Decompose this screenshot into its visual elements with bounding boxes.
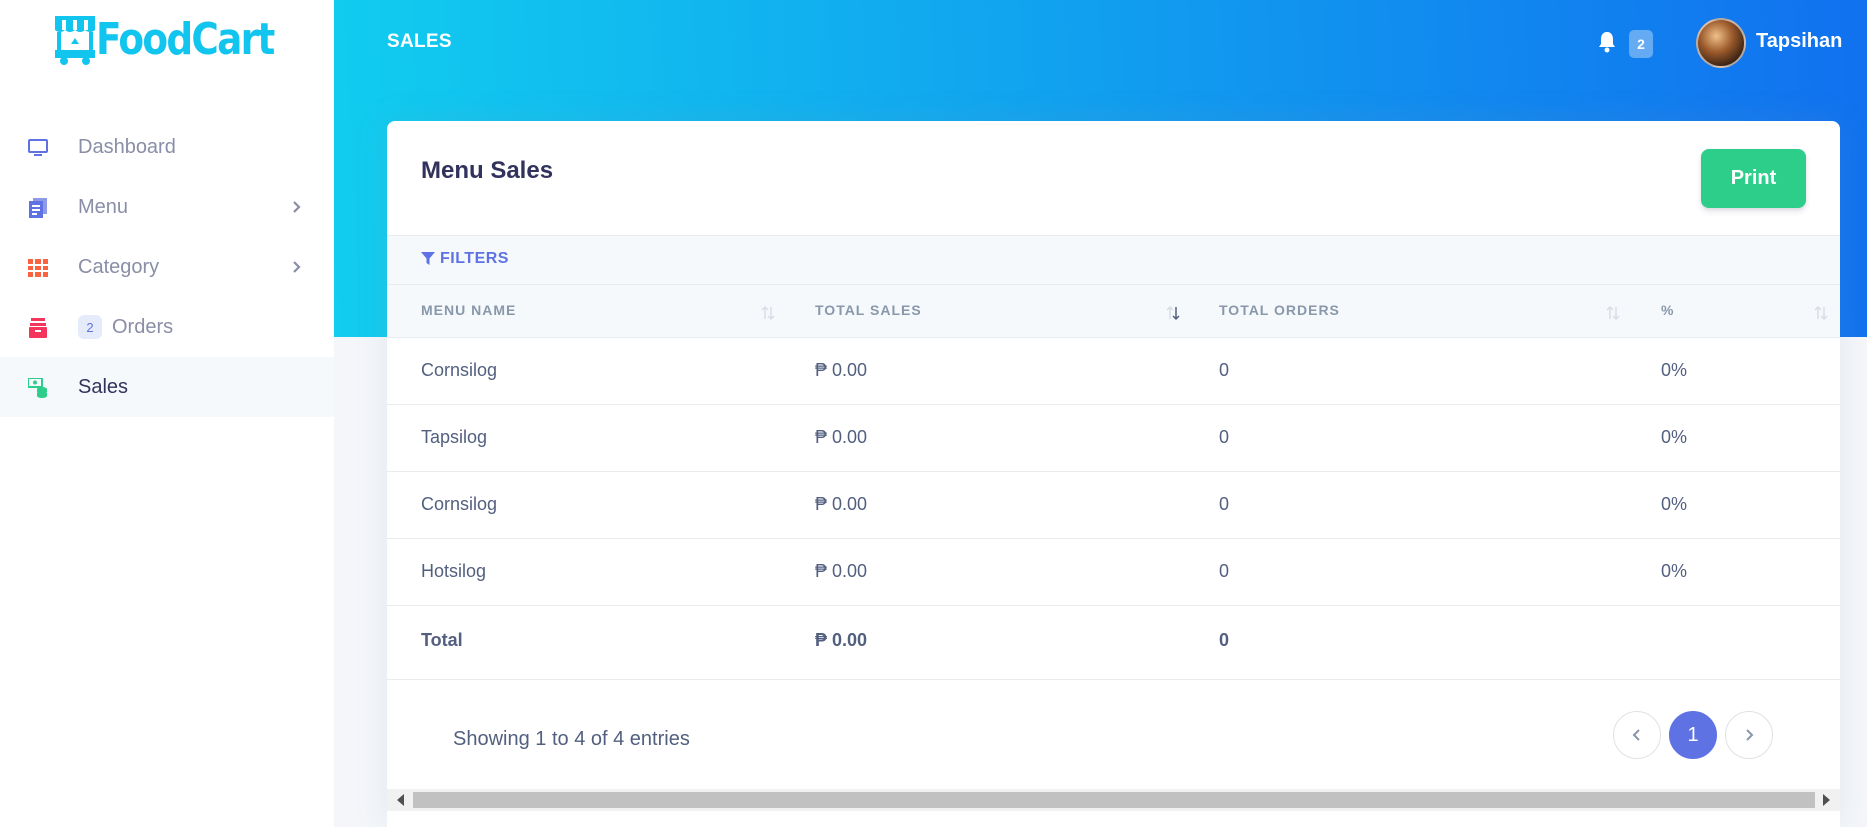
cell-total-orders: 0 [1219,630,1230,650]
cell-menu-name: Hotsilog [421,561,487,581]
chevron-right-icon [293,261,301,273]
avatar[interactable] [1696,18,1746,68]
page-title: SALES [387,31,452,52]
sidebar-item-label: Sales [78,375,129,398]
cell-percent: 0% [1661,561,1688,581]
sidebar-item-category[interactable]: Category [0,237,334,297]
foodcart-logo[interactable]: FoodCart [52,12,305,68]
user-name[interactable]: Tapsihan [1756,30,1842,53]
card-title: Menu Sales [421,157,554,184]
orders-count-badge: 2 [78,315,102,339]
table-row: Hotsilog ₱ 0.00 0 0% [387,539,1840,606]
sort-icon[interactable] [761,305,775,321]
print-button[interactable]: Print [1701,149,1806,208]
cell-percent: 0% [1661,494,1688,514]
sidebar-item-dashboard[interactable]: Dashboard [0,117,334,177]
cell-total-sales: ₱ 0.00 [815,561,868,581]
menu-sales-card: Menu Sales Print FILTERS MENU NAME TOTAL… [387,121,1840,827]
sort-icon[interactable] [1814,305,1828,321]
column-header-menu-name[interactable]: MENU NAME [421,302,516,318]
sidebar-item-menu[interactable]: Menu [0,177,334,237]
cell-total-orders: 0 [1219,427,1230,447]
column-header-percent[interactable]: % [1661,302,1674,318]
table-row: Cornsilog ₱ 0.00 0 0% [387,472,1840,539]
chevron-left-icon [1632,729,1640,741]
table-total-row: Total ₱ 0.00 0 [387,606,1840,680]
table-header: MENU NAME TOTAL SALES TOTAL ORDERS % [387,285,1840,338]
sidebar-item-label: Category [78,255,160,278]
sort-desc-icon[interactable] [1166,305,1180,321]
scrollbar-thumb[interactable] [413,792,1815,808]
table-row: Tapsilog ₱ 0.00 0 0% [387,405,1840,472]
scroll-left-arrow[interactable] [397,794,404,806]
chevron-right-icon [1746,729,1754,741]
grid-icon [28,258,48,278]
sidebar: FoodCart Dashboard Menu Category 2 Order… [0,0,334,827]
filters-bar: FILTERS [387,235,1840,285]
column-header-total-sales[interactable]: TOTAL SALES [815,302,922,318]
scroll-right-arrow[interactable] [1823,794,1830,806]
pagination-summary: Showing 1 to 4 of 4 entries [453,728,690,750]
monitor-icon [28,138,48,158]
cell-percent: 0% [1661,360,1688,380]
filter-icon [421,252,435,265]
cell-total-sales: ₱ 0.00 [815,630,868,650]
basket-icon [28,318,48,338]
notification-count-badge: 2 [1629,30,1653,58]
sidebar-nav: Dashboard Menu Category 2 Orders Sales [0,117,334,417]
cell-total-orders: 0 [1219,360,1230,380]
sidebar-item-label: Dashboard [78,135,176,158]
filters-label: FILTERS [440,250,509,267]
sort-icon[interactable] [1606,305,1620,321]
sidebar-item-label: Orders [112,315,174,338]
cell-menu-name: Tapsilog [421,427,488,447]
page-button-1[interactable]: 1 [1669,711,1717,759]
horizontal-scrollbar[interactable] [387,789,1840,811]
column-header-total-orders[interactable]: TOTAL ORDERS [1219,302,1340,318]
bell-icon[interactable] [1597,30,1617,54]
cell-total-sales: ₱ 0.00 [815,427,868,447]
document-icon [28,198,48,218]
cell-menu-name: Cornsilog [421,360,498,380]
filters-button[interactable]: FILTERS [421,250,509,268]
table-row: Cornsilog ₱ 0.00 0 0% [387,338,1840,405]
sidebar-item-label: Menu [78,195,129,218]
food-cart-icon [55,16,95,65]
sidebar-item-orders[interactable]: 2 Orders [0,297,334,357]
cell-total-sales: ₱ 0.00 [815,494,868,514]
cell-total-orders: 0 [1219,494,1230,514]
cell-total-orders: 0 [1219,561,1230,581]
cell-total-sales: ₱ 0.00 [815,360,868,380]
cell-total-label: Total [421,630,463,650]
chevron-right-icon [293,201,301,213]
cell-menu-name: Cornsilog [421,494,498,514]
previous-page-button[interactable] [1613,711,1661,759]
money-icon [28,378,48,398]
next-page-button[interactable] [1725,711,1773,759]
logo-text: FoodCart [96,14,275,65]
sidebar-item-sales[interactable]: Sales [0,357,334,417]
cell-percent: 0% [1661,427,1688,447]
